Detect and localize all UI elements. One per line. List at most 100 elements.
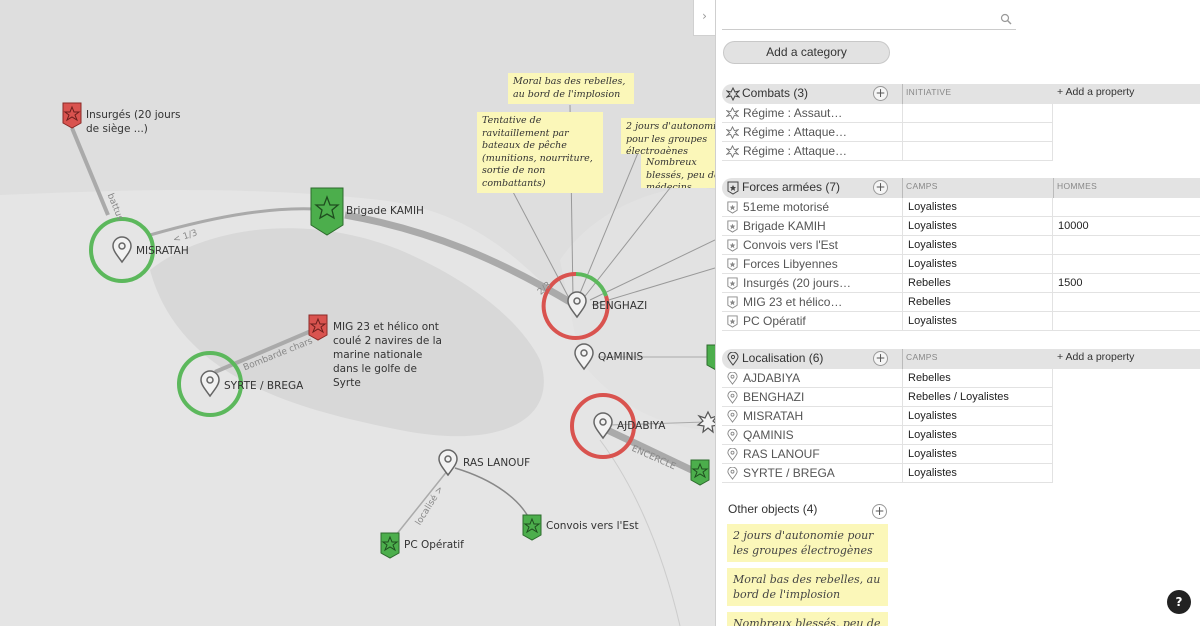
note-tentative[interactable]: Tentative de ravitaillement par bateaux … xyxy=(477,112,603,193)
row-name: Convois vers l'Est xyxy=(743,238,838,252)
add-property-button-combats[interactable]: + Add a property xyxy=(1057,86,1134,98)
search-icon[interactable] xyxy=(1000,13,1012,25)
add-category-button[interactable]: Add a category xyxy=(723,41,890,64)
node-label-convois[interactable]: Convois vers l'Est xyxy=(546,520,639,532)
row-value-hommes[interactable]: 10000 xyxy=(1058,220,1089,232)
row-name: Insurgés (20 jours… xyxy=(743,276,852,290)
map-pin-icon xyxy=(727,467,738,480)
note-blesses[interactable]: Nombreux blessés, peu de médecins xyxy=(641,154,715,188)
list-item-note[interactable]: Moral bas des rebelles, au bord de l'imp… xyxy=(727,568,888,606)
category-title-combats: Combats (3) xyxy=(742,86,809,100)
row-name: MISRATAH xyxy=(743,409,804,423)
column-header-initiative[interactable]: INITIATIVE xyxy=(906,87,951,97)
node-label-ajdabiya[interactable]: AJDABIYA xyxy=(617,420,665,432)
category-header-forces[interactable]: Forces armées (7) + CAMPS HOMMES xyxy=(722,178,1200,198)
note-autonomie[interactable]: 2 jours d'autonomie pour les groupes éle… xyxy=(621,118,715,154)
explosion-icon xyxy=(726,145,739,158)
explosion-icon xyxy=(726,87,740,101)
column-separator xyxy=(902,84,903,104)
row-value-camps[interactable]: Loyalistes xyxy=(908,429,957,441)
add-object-button-combats[interactable]: + xyxy=(873,86,888,101)
mig-badge-icon xyxy=(308,314,328,341)
column-header-camps[interactable]: CAMPS xyxy=(906,352,938,362)
row-name: RAS LANOUF xyxy=(743,447,820,461)
row-value-camps[interactable]: Loyalistes xyxy=(908,258,957,270)
row-value-camps[interactable]: Loyalistes xyxy=(908,410,957,422)
list-item-note[interactable]: Nombreux blessés, peu de médecins xyxy=(727,612,888,626)
row-value-camps[interactable]: Rebelles xyxy=(908,372,951,384)
category-title-forces: Forces armées (7) xyxy=(742,180,841,194)
shield-star-icon xyxy=(727,181,739,195)
row-name: 51eme motorisé xyxy=(743,200,830,214)
row-name: Régime : Assaut… xyxy=(743,106,843,120)
shield-star-icon xyxy=(727,277,738,290)
row-value-camps[interactable]: Loyalistes xyxy=(908,201,957,213)
row-name: AJDABIYA xyxy=(743,371,801,385)
column-separator xyxy=(1053,178,1054,198)
node-label-brigade[interactable]: Brigade KAMIH xyxy=(346,205,424,217)
add-object-button-other[interactable]: + xyxy=(872,504,887,519)
shield-star-icon xyxy=(727,201,738,214)
search-input[interactable] xyxy=(722,10,1016,30)
shield-star-icon xyxy=(727,220,738,233)
row-value-hommes[interactable]: 1500 xyxy=(1058,277,1082,289)
map-pin-icon xyxy=(727,352,739,366)
row-name: Brigade KAMIH xyxy=(743,219,826,233)
add-property-button-localisation[interactable]: + Add a property xyxy=(1057,351,1134,363)
list-item-note[interactable]: 2 jours d'autonomie pour les groupes éle… xyxy=(727,524,888,562)
row-value-camps[interactable]: Loyalistes xyxy=(908,467,957,479)
row-name: Régime : Attaque… xyxy=(743,125,848,139)
graph-canvas[interactable]: Moral bas des rebelles, au bord de l'imp… xyxy=(0,0,715,626)
node-label-insurges[interactable]: Insurgés (20 jours de siège ...) xyxy=(86,108,196,136)
node-label-syrte[interactable]: SYRTE / BREGA xyxy=(224,380,303,392)
collapse-panel-button[interactable]: › xyxy=(693,0,715,36)
row-name: BENGHAZI xyxy=(743,390,805,404)
explosion-icon xyxy=(726,107,739,120)
row-name: Forces Libyennes xyxy=(743,257,838,271)
map-pin-icon xyxy=(727,410,738,423)
node-label-qaminis[interactable]: QAMINIS xyxy=(598,351,643,363)
row-value-camps[interactable]: Loyalistes xyxy=(908,239,957,251)
shield-star-icon xyxy=(727,258,738,271)
explosion-icon xyxy=(726,126,739,139)
row-name: QAMINIS xyxy=(743,428,794,442)
node-label-benghazi[interactable]: BENGHAZI xyxy=(592,300,647,312)
other-objects-title: Other objects (4) xyxy=(728,502,818,516)
row-value-camps[interactable]: Loyalistes xyxy=(908,220,957,232)
map-pin-icon xyxy=(727,429,738,442)
ajdabiya-force-badge-icon xyxy=(690,459,710,486)
map-pin-icon xyxy=(727,372,738,385)
row-name: PC Opératif xyxy=(743,314,806,328)
column-header-hommes[interactable]: HOMMES xyxy=(1057,181,1097,191)
brigade-badge-icon xyxy=(310,187,344,236)
node-label-misratah[interactable]: MISRATAH xyxy=(136,245,189,257)
column-separator xyxy=(902,178,903,198)
row-name: MIG 23 et hélico… xyxy=(743,295,843,309)
shield-star-icon xyxy=(727,296,738,309)
row-value-camps[interactable]: Loyalistes xyxy=(908,448,957,460)
note-moral[interactable]: Moral bas des rebelles, au bord de l'imp… xyxy=(508,73,634,104)
row-name: Régime : Attaque… xyxy=(743,144,848,158)
shield-star-icon xyxy=(727,239,738,252)
node-label-mig[interactable]: MIG 23 et hélico ont coulé 2 navires de … xyxy=(333,320,443,390)
map-pin-icon xyxy=(727,391,738,404)
category-header-localisation[interactable]: Localisation (6) + CAMPS + Add a propert… xyxy=(722,349,1200,369)
row-value-camps[interactable]: Rebelles / Loyalistes xyxy=(908,391,1009,403)
pc-badge-icon xyxy=(380,532,400,559)
convois-badge-icon xyxy=(522,514,542,541)
shield-star-icon xyxy=(727,315,738,328)
node-label-pc[interactable]: PC Opératif xyxy=(404,539,464,551)
add-object-button-forces[interactable]: + xyxy=(873,180,888,195)
add-object-button-localisation[interactable]: + xyxy=(873,351,888,366)
map-pin-icon xyxy=(727,448,738,461)
help-button[interactable]: ? xyxy=(1167,590,1191,614)
column-separator xyxy=(902,349,903,369)
category-header-combats[interactable]: Combats (3) + INITIATIVE + Add a propert… xyxy=(722,84,1200,104)
row-value-camps[interactable]: Rebelles xyxy=(908,296,951,308)
row-value-camps[interactable]: Rebelles xyxy=(908,277,951,289)
category-title-localisation: Localisation (6) xyxy=(742,351,824,365)
node-label-ras-lanouf[interactable]: RAS LANOUF xyxy=(463,457,530,469)
insurges-badge-icon xyxy=(62,102,82,129)
row-value-camps[interactable]: Loyalistes xyxy=(908,315,957,327)
column-header-camps[interactable]: CAMPS xyxy=(906,181,938,191)
